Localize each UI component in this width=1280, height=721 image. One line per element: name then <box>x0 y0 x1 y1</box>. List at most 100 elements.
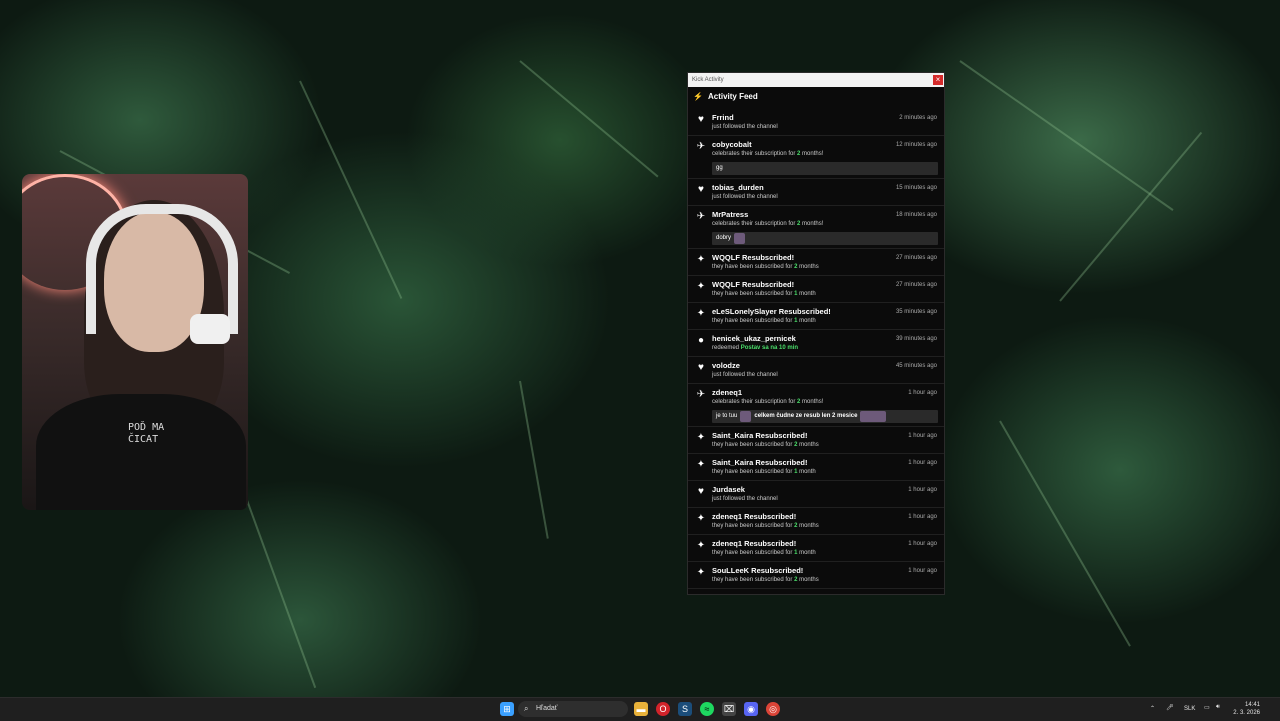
taskbar-clock[interactable]: 14:41 2. 3. 2026 <box>1233 701 1260 717</box>
event-text: they have been subscribed for <box>712 264 795 270</box>
event-text-suffix: months! <box>800 399 824 405</box>
event-description: they have been subscribed for 2 months <box>712 263 938 272</box>
event-text: celebrates their subscription for <box>712 151 798 157</box>
resub-icon: ✦ <box>696 567 706 578</box>
event-text: they have been subscribed for <box>712 577 795 583</box>
event-time: 1 hour ago <box>908 487 937 493</box>
event-text: they have been subscribed for <box>712 318 795 324</box>
event-text: they have been subscribed for <box>712 550 795 556</box>
event-description: redeemed Postav sa na 10 min <box>712 344 938 353</box>
taskbar-search[interactable]: ⌕ Hľadať <box>518 701 628 717</box>
activity-event: ✦ SouLLeeK Resubscribed! 1 hour ago they ha… <box>688 562 944 589</box>
event-text-suffix: months <box>797 523 819 529</box>
kick-activity-window[interactable]: Kick Activity × ⚡ Activity Feed ♥ Frrind 2… <box>687 72 945 595</box>
activity-event: ✦ eLeSLonelySlayer Resubscribed! 35 minute… <box>688 303 944 330</box>
event-username: Jurdasek <box>712 485 745 494</box>
event-time: 18 minutes ago <box>895 212 937 218</box>
emote-icon <box>734 233 746 244</box>
event-time: 1 hour ago <box>908 460 937 466</box>
event-description: they have been subscribed for 2 months <box>712 522 938 531</box>
file-explorer-icon[interactable]: ▬ <box>634 702 648 716</box>
activity-event: ✦ WQQLF Resubscribed! 27 minutes ago they h… <box>688 249 944 276</box>
event-time: 27 minutes ago <box>895 282 937 288</box>
microphone <box>190 314 230 344</box>
event-description: they have been subscribed for 2 months <box>712 441 938 450</box>
event-text-suffix: months <box>797 577 819 583</box>
heart-icon: ♥ <box>698 362 704 373</box>
message-text: je to tuu <box>716 413 738 419</box>
event-time: 2 minutes ago <box>899 115 937 121</box>
event-username: Saint_Kaira Resubscribed! <box>712 431 808 440</box>
activity-event: ✈ zdeneq1 1 hour ago celebrates their subsc… <box>688 384 944 427</box>
event-time: 12 minutes ago <box>895 142 937 148</box>
event-description: they have been subscribed for 1 month <box>712 549 938 558</box>
resub-icon: ✦ <box>696 540 706 551</box>
spotify-icon[interactable]: ≈ <box>700 702 714 716</box>
event-message: je to tuu celkem čudne ze resub len 2 mes… <box>712 410 938 423</box>
event-text-suffix: month <box>797 550 816 556</box>
shirt-text: POĎ MA ČICAT <box>128 422 165 445</box>
resub-icon: ✦ <box>696 459 706 470</box>
event-description: they have been subscribed for 1 month <box>712 317 938 326</box>
language-indicator[interactable]: SLK <box>1184 706 1195 712</box>
event-text-suffix: months <box>797 264 819 270</box>
event-description: just followed the channel <box>712 194 778 200</box>
event-description: just followed the channel <box>712 372 778 378</box>
feed-header: ⚡ Activity Feed <box>688 87 944 105</box>
emote-icon <box>860 411 887 422</box>
event-message: dobry <box>712 232 938 245</box>
activity-event: ✦ zdeneq1 Resubscribed! 1 hour ago they hav… <box>688 508 944 535</box>
activity-event: ✈ cobycobalt 12 minutes ago celebrates thei… <box>688 136 944 179</box>
resub-icon: ✦ <box>696 281 706 292</box>
network-icon[interactable]: ▭ <box>1204 704 1210 711</box>
heart-icon: ♥ <box>698 184 704 195</box>
event-time: 1 hour ago <box>908 514 937 520</box>
steam-icon[interactable]: S <box>678 702 692 716</box>
windows-start-icon[interactable]: ⊞ <box>500 702 514 716</box>
resub-icon: ✦ <box>696 254 706 265</box>
event-time: 1 hour ago <box>908 433 937 439</box>
gift-sub-icon: ✈ <box>696 141 706 152</box>
activity-event: ♥ Frrind 2 minutes ago just followed the ch… <box>688 109 944 136</box>
event-time: 45 minutes ago <box>895 363 937 369</box>
event-username: zdeneq1 Resubscribed! <box>712 539 797 548</box>
app-icon[interactable]: ⌧ <box>722 702 736 716</box>
clock-time: 14:41 <box>1244 702 1260 708</box>
taskbar: ⊞ ⌕ Hľadať ▬ O S ≈ ⌧ ◉ ◎ ⌃ 🎤︎ SLK ▭ 🔊︎ 1… <box>0 697 1280 721</box>
resub-icon: ✦ <box>696 308 706 319</box>
event-text: celebrates their subscription for <box>712 221 798 227</box>
event-text-suffix: months! <box>800 151 824 157</box>
volume-icon[interactable]: 🔊︎ <box>1216 704 1220 711</box>
event-time: 1 hour ago <box>908 390 937 396</box>
message-text: dobry <box>716 235 732 241</box>
message-text: gg <box>716 165 723 171</box>
activity-list[interactable]: ♥ Frrind 2 minutes ago just followed the ch… <box>688 109 944 594</box>
clock-date: 2. 3. 2026 <box>1233 710 1260 716</box>
event-description: they have been subscribed for 2 months <box>712 576 938 585</box>
event-username: SouLLeeK Resubscribed! <box>712 566 804 575</box>
event-description: just followed the channel <box>712 496 778 502</box>
search-placeholder: Hľadať <box>536 705 558 712</box>
streamer-body <box>36 394 246 510</box>
event-description: celebrates their subscription for 2 mont… <box>712 220 938 229</box>
gift-sub-icon: ✈ <box>696 389 706 400</box>
discord-icon[interactable]: ◉ <box>744 702 758 716</box>
tray-chevron-icon[interactable]: ⌃ <box>1150 705 1155 712</box>
close-button[interactable]: × <box>933 75 943 85</box>
event-description: celebrates their subscription for 2 mont… <box>712 398 938 407</box>
resub-icon: ✦ <box>696 432 706 443</box>
event-highlight: Postav sa na 10 min <box>740 345 799 351</box>
event-text-suffix: month <box>797 469 816 475</box>
chrome-icon[interactable]: ◎ <box>766 702 780 716</box>
event-text-suffix: months <box>797 442 819 448</box>
heart-icon: ♥ <box>698 486 704 497</box>
title-bar[interactable]: Kick Activity × <box>688 73 944 87</box>
microphone-icon[interactable]: 🎤︎ <box>1166 704 1174 711</box>
activity-event: ♥ volodze 45 minutes ago just followed the … <box>688 357 944 384</box>
event-text-suffix: months! <box>800 221 824 227</box>
opera-icon[interactable]: O <box>656 702 670 716</box>
heart-icon: ♥ <box>698 114 704 125</box>
activity-event: ● henicek_ukaz_pernicek 39 minutes ago rede… <box>688 330 944 357</box>
event-description: they have been subscribed for 1 month <box>712 468 938 477</box>
event-text: they have been subscribed for <box>712 523 795 529</box>
